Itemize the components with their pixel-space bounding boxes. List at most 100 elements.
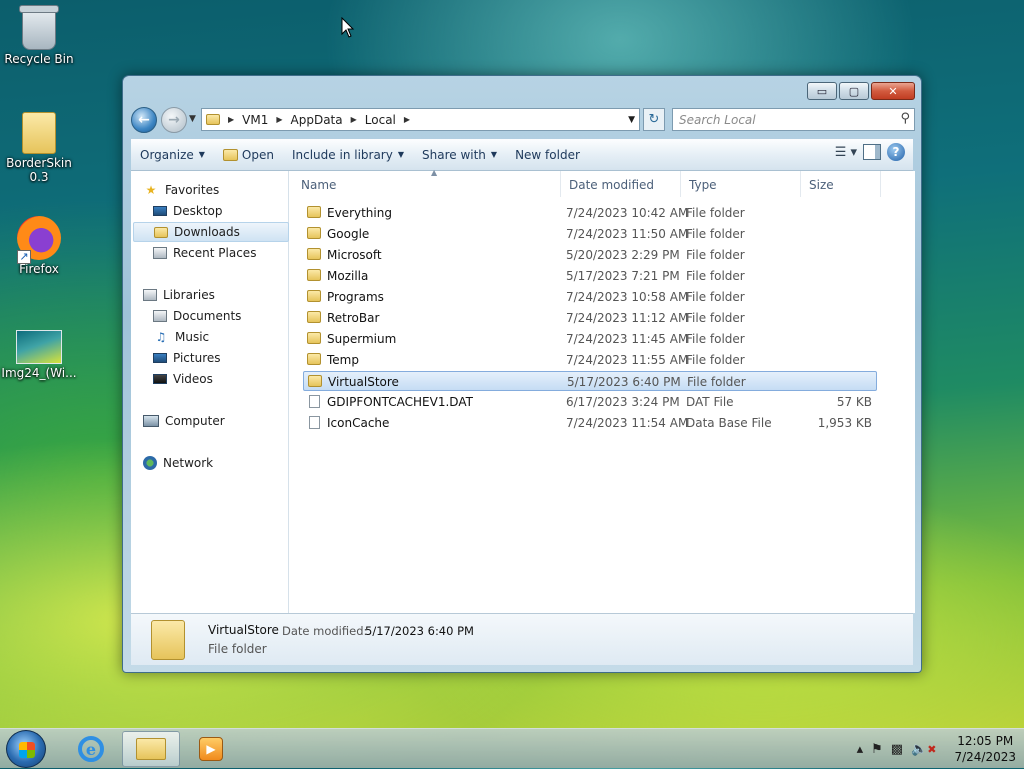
file-row[interactable]: GDIPFONTCACHEV1.DAT 6/17/2023 3:24 PM DAT … <box>303 392 877 412</box>
show-hidden-icons-chevron-icon[interactable]: ▴ <box>857 742 864 757</box>
file-name: Supermium <box>327 332 397 346</box>
breadcrumb-separator-icon[interactable]: ▶ <box>276 115 282 124</box>
preview-pane-icon[interactable] <box>863 144 881 160</box>
search-placeholder: Search Local <box>679 113 756 127</box>
details-pane: VirtualStore Date modified: 5/17/2023 6:… <box>131 613 913 665</box>
file-size: 1,953 KB <box>817 416 872 430</box>
folder-icon <box>22 112 56 154</box>
column-header-type[interactable]: Type <box>681 171 801 197</box>
back-button[interactable]: ← <box>131 107 157 133</box>
network-icon <box>143 456 157 470</box>
nav-network[interactable]: Network <box>143 453 299 473</box>
file-row[interactable]: Google 7/24/2023 11:50 AM File folder <box>303 224 877 244</box>
column-header-name[interactable]: ▲ Name <box>293 168 561 197</box>
open-button[interactable]: Open <box>214 143 283 167</box>
file-type: File folder <box>686 353 745 367</box>
file-row[interactable]: Programs 7/24/2023 10:58 AM File folder <box>303 287 877 307</box>
search-input[interactable]: Search Local ⚲ <box>672 108 915 131</box>
organize-label: Organize <box>140 147 194 162</box>
taskbar-media-player[interactable]: ▶ <box>182 731 240 767</box>
media-player-icon: ▶ <box>199 737 223 761</box>
nav-music[interactable]: ♫ Music <box>153 327 309 347</box>
clock[interactable]: 12:05 PM 7/24/2023 <box>954 733 1016 765</box>
file-name: Google <box>327 227 370 241</box>
minimize-button[interactable]: ▭ <box>807 82 837 100</box>
sort-ascending-icon: ▲ <box>431 168 438 177</box>
file-date-modified: 6/17/2023 3:24 PM <box>566 395 680 409</box>
breadcrumb-separator-icon[interactable]: ▶ <box>404 115 410 124</box>
nav-libraries[interactable]: Libraries <box>143 285 299 305</box>
forward-button[interactable]: → <box>161 107 187 133</box>
file-row[interactable]: RetroBar 7/24/2023 11:12 AM File folder <box>303 308 877 328</box>
file-row[interactable]: VirtualStore 5/17/2023 6:40 PM File folder <box>303 371 877 391</box>
mouse-cursor-icon <box>341 17 355 38</box>
navigation-bar: ← → ▼ ▶ VM1 ▶ AppData ▶ Local ▶ ▼ ↻ Sear… <box>131 106 915 134</box>
column-label: Date modified <box>569 178 655 192</box>
breadcrumb-vm1[interactable]: VM1 <box>242 113 268 127</box>
folder-icon <box>307 311 321 323</box>
nav-favorites[interactable]: ★ Favorites <box>143 180 299 200</box>
desktop-icon-recycle-bin[interactable]: Recycle Bin <box>0 5 78 66</box>
file-type: File folder <box>686 269 745 283</box>
nav-computer[interactable]: Computer <box>143 411 299 431</box>
column-label: Name <box>301 178 337 192</box>
desktop-icon-label: Img24_(Wi... <box>1 366 77 380</box>
nav-label: Computer <box>165 414 225 428</box>
help-icon[interactable]: ? <box>887 143 905 161</box>
explorer-window[interactable]: ▭ ▢ ✕ ← → ▼ ▶ VM1 ▶ AppData ▶ Local ▶ ▼ … <box>122 75 922 673</box>
nav-desktop[interactable]: Desktop <box>153 201 309 221</box>
volume-muted-icon[interactable]: 🔈✖ <box>911 742 936 757</box>
desktop-icon-firefox[interactable]: ↗ Firefox <box>0 216 78 276</box>
file-row[interactable]: Mozilla 5/17/2023 7:21 PM File folder <box>303 266 877 286</box>
file-size: 57 KB <box>836 395 872 409</box>
network-status-icon[interactable]: ▩ <box>891 742 903 757</box>
new-folder-button[interactable]: New folder <box>506 143 589 167</box>
file-row[interactable]: Temp 7/24/2023 11:55 AM File folder <box>303 350 877 370</box>
file-type: File folder <box>686 227 745 241</box>
column-header-size[interactable]: Size <box>801 171 881 197</box>
nav-downloads[interactable]: Downloads <box>133 222 289 242</box>
nav-pictures[interactable]: Pictures <box>153 348 309 368</box>
folder-icon <box>307 332 321 344</box>
chevron-down-icon: ▼ <box>490 150 498 159</box>
file-name: Programs <box>327 290 384 304</box>
share-with-button[interactable]: Share with ▼ <box>413 143 506 167</box>
breadcrumb-local[interactable]: Local <box>365 113 396 127</box>
shortcut-arrow-icon: ↗ <box>17 250 31 264</box>
close-button[interactable]: ✕ <box>871 82 915 100</box>
start-button[interactable] <box>6 730 46 768</box>
file-row[interactable]: Microsoft 5/20/2023 2:29 PM File folder <box>303 245 877 265</box>
view-options-icon[interactable]: ☰ ▾ <box>835 145 857 160</box>
file-date-modified: 7/24/2023 10:42 AM <box>566 206 689 220</box>
taskbar-windows-explorer[interactable] <box>122 731 180 767</box>
address-bar[interactable]: ▶ VM1 ▶ AppData ▶ Local ▶ ▼ <box>201 108 640 131</box>
downloads-folder-icon <box>154 226 168 238</box>
nav-recent-places[interactable]: Recent Places <box>153 243 309 263</box>
recent-pages-dropdown[interactable]: ▼ <box>189 114 196 124</box>
folder-icon <box>307 227 321 239</box>
search-icon[interactable]: ⚲ <box>900 111 910 126</box>
new-folder-label: New folder <box>515 147 580 162</box>
file-row[interactable]: IconCache 7/24/2023 11:54 AM Data Base Fil… <box>303 413 877 433</box>
firefox-icon: ↗ <box>17 216 61 264</box>
pictures-icon <box>153 353 167 363</box>
column-header-date[interactable]: Date modified <box>561 171 681 197</box>
maximize-button[interactable]: ▢ <box>839 82 869 100</box>
address-dropdown-icon[interactable]: ▼ <box>628 115 635 125</box>
organize-button[interactable]: Organize ▼ <box>131 143 214 167</box>
nav-documents[interactable]: Documents <box>153 306 309 326</box>
desktop-icon-borderskin[interactable]: BorderSkin 0.3 <box>0 112 78 184</box>
file-row[interactable]: Everything 7/24/2023 10:42 AM File folder <box>303 203 877 223</box>
breadcrumb-appdata[interactable]: AppData <box>291 113 343 127</box>
taskbar-internet-explorer[interactable]: e <box>62 731 120 767</box>
file-row[interactable]: Supermium 7/24/2023 11:45 AM File folder <box>303 329 877 349</box>
include-in-library-button[interactable]: Include in library ▼ <box>283 143 413 167</box>
breadcrumb-separator-icon[interactable]: ▶ <box>228 115 234 124</box>
computer-icon <box>143 415 159 427</box>
desktop-icon-img24[interactable]: Img24_(Wi... <box>0 322 78 380</box>
folder-icon <box>307 248 321 260</box>
nav-videos[interactable]: Videos <box>153 369 309 389</box>
refresh-button[interactable]: ↻ <box>643 108 665 131</box>
action-center-flag-icon[interactable]: ⚑ <box>871 742 883 757</box>
breadcrumb-separator-icon[interactable]: ▶ <box>351 115 357 124</box>
